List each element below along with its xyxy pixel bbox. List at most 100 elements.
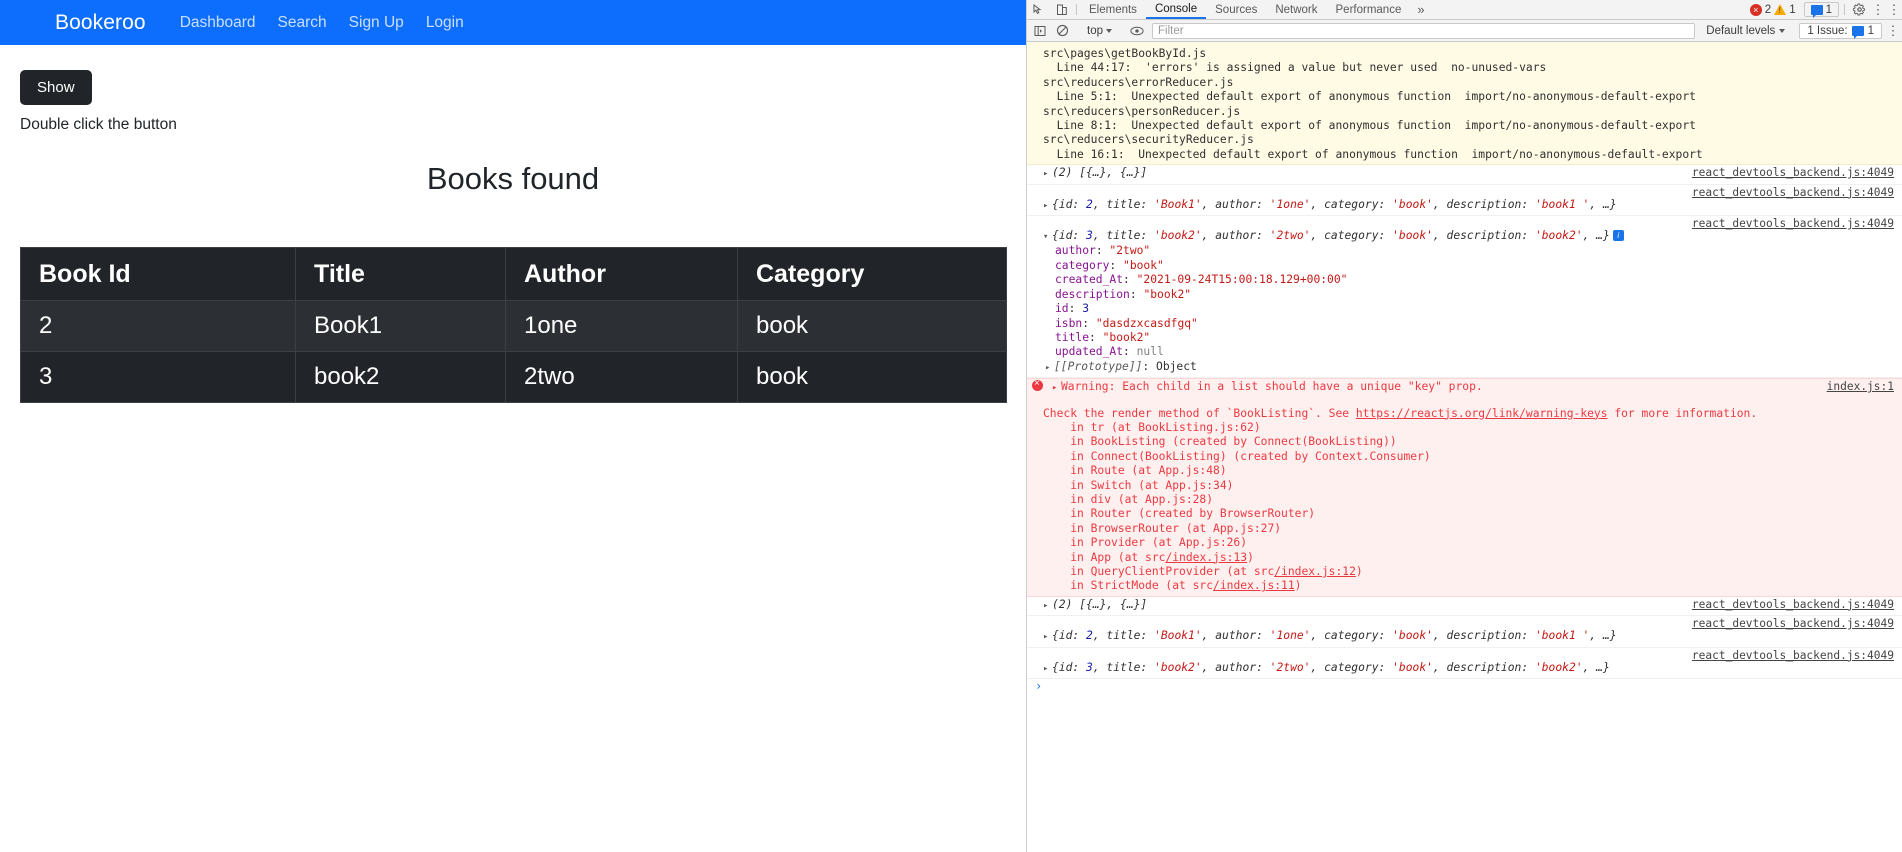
console-sidebar-icon[interactable] bbox=[1028, 25, 1051, 37]
live-expression-icon[interactable] bbox=[1125, 25, 1148, 37]
source-link[interactable]: react_devtools_backend.js:4049 bbox=[1692, 166, 1894, 180]
expand-arrow-icon[interactable]: ▸ bbox=[1052, 381, 1061, 395]
obj1r-id: 2 bbox=[1086, 629, 1093, 643]
error-detail-pre: Check the render method of `BookListing`… bbox=[1043, 406, 1356, 420]
obj2c-category: 'book' bbox=[1392, 660, 1433, 674]
source-link[interactable]: react_devtools_backend.js:4049 bbox=[1692, 217, 1894, 231]
expand-arrow-icon[interactable]: ▸ bbox=[1043, 199, 1052, 213]
chevron-down-icon-levels bbox=[1779, 28, 1786, 33]
source-file-link[interactable]: /index.js:12 bbox=[1274, 565, 1356, 578]
source-file-link[interactable]: /index.js:13 bbox=[1165, 551, 1247, 564]
lint-line-10: src\reducers\securityReducer.js bbox=[1043, 133, 1254, 147]
source-link[interactable]: react_devtools_backend.js:4049 bbox=[1692, 649, 1894, 663]
expand-arrow-icon[interactable]: ▸ bbox=[1043, 599, 1052, 613]
obj1r-mid1: , title: bbox=[1092, 629, 1155, 643]
console-lint-warning-block[interactable]: src\pages\getBookById.js Line 44:17: 'er… bbox=[1027, 42, 1902, 166]
more-tabs-icon[interactable]: » bbox=[1410, 0, 1431, 19]
obj2c-post: , …} bbox=[1582, 660, 1610, 674]
books-table: Book Id Title Author Category 2 Book1 1o… bbox=[20, 247, 1007, 403]
property-row-category: category: "book" bbox=[1055, 258, 1164, 272]
obj2c-mid3: , category: bbox=[1310, 660, 1393, 674]
lint-line-11: Line 16:1: Unexpected default export of … bbox=[1043, 147, 1703, 161]
message-count-button[interactable]: 1 bbox=[1803, 2, 1839, 18]
collapse-arrow-icon[interactable]: ▾ bbox=[1043, 230, 1052, 244]
property-row-isbn: isbn: "dasdzxcasdfgq" bbox=[1055, 316, 1198, 330]
obj2c-description: 'book2' bbox=[1534, 660, 1583, 674]
message-icon bbox=[1810, 4, 1823, 18]
nav-link-search[interactable]: Search bbox=[278, 14, 327, 32]
obj1r-mid4: , description: bbox=[1432, 629, 1535, 643]
expand-arrow-icon[interactable]: ▸ bbox=[1043, 167, 1052, 181]
prototype-label: [[Prototype]] bbox=[1054, 359, 1143, 373]
react-docs-link[interactable]: https://reactjs.org/link/warning-keys bbox=[1356, 407, 1608, 420]
console-array-row-1[interactable]: ▸ (2) [{…}, {…}] react_devtools_backend.j… bbox=[1027, 165, 1902, 185]
close-devtools-icon[interactable]: ⋮ bbox=[1886, 0, 1902, 19]
property-row-prototype[interactable]: ▸ [[Prototype]]: Object bbox=[1045, 360, 1902, 375]
obj2c-id: 3 bbox=[1086, 660, 1093, 674]
tab-network[interactable]: Network bbox=[1266, 0, 1326, 19]
nav-link-signup[interactable]: Sign Up bbox=[349, 14, 404, 32]
source-link[interactable]: react_devtools_backend.js:4049 bbox=[1692, 186, 1894, 200]
expand-arrow-icon[interactable]: ▸ bbox=[1045, 361, 1054, 375]
books-table-body: 2 Book1 1one book 3 book2 2two book bbox=[20, 300, 1007, 403]
console-prompt[interactable]: › bbox=[1027, 679, 1902, 696]
chevron-down-icon bbox=[1106, 28, 1112, 33]
tab-elements[interactable]: Elements bbox=[1080, 0, 1146, 19]
clear-console-icon[interactable] bbox=[1051, 24, 1074, 37]
tab-performance[interactable]: Performance bbox=[1327, 0, 1411, 19]
issues-button[interactable]: 1 Issue: 1 bbox=[1799, 22, 1882, 39]
tab-console[interactable]: Console bbox=[1145, 0, 1207, 19]
obj1r-mid2: , author: bbox=[1201, 629, 1270, 643]
console-object-row-book1-repeat[interactable]: react_devtools_backend.js:4049 ▸ {id: 2, … bbox=[1027, 616, 1902, 648]
device-toolbar-icon[interactable] bbox=[1050, 0, 1073, 19]
console-object-row-book2[interactable]: react_devtools_backend.js:4049 ▾ {id: 3, … bbox=[1027, 216, 1902, 379]
inspect-element-icon[interactable] bbox=[1027, 0, 1050, 19]
lint-line-7: src\reducers\personReducer.js bbox=[1043, 104, 1241, 118]
brand-logo[interactable]: Bookeroo bbox=[55, 11, 146, 35]
column-header-category: Category bbox=[737, 247, 1007, 301]
execution-context-selector[interactable]: top bbox=[1081, 25, 1118, 37]
obj1-mid4: , description: bbox=[1432, 197, 1535, 211]
expand-arrow-icon[interactable]: ▸ bbox=[1043, 662, 1052, 676]
property-key: id bbox=[1055, 302, 1069, 316]
console-settings-icon[interactable]: ⋮ bbox=[1885, 23, 1901, 39]
stack-line-4: in Route (at App.js:48) bbox=[1043, 464, 1227, 478]
books-table-head: Book Id Title Author Category bbox=[20, 247, 1007, 301]
console-output[interactable]: src\pages\getBookById.js Line 44:17: 'er… bbox=[1027, 42, 1902, 852]
error-source-link[interactable]: index.js:1 bbox=[1827, 380, 1894, 394]
source-link[interactable]: react_devtools_backend.js:4049 bbox=[1692, 617, 1894, 631]
column-header-author: Author bbox=[505, 247, 738, 301]
nav-link-login[interactable]: Login bbox=[426, 14, 464, 32]
console-array-row-2[interactable]: ▸ (2) [{…}, {…}] react_devtools_backend.j… bbox=[1027, 597, 1902, 617]
property-row-created-at: created_At: "2021-09-24T15:00:18.129+00:… bbox=[1055, 273, 1348, 287]
obj1r-title: 'Book1' bbox=[1154, 629, 1202, 643]
console-object-row-book2-collapsed[interactable]: react_devtools_backend.js:4049 ▸ {id: 3, … bbox=[1027, 648, 1902, 680]
table-row[interactable]: 2 Book1 1one book bbox=[20, 300, 1007, 352]
stack-pre: in QueryClientProvider (at src bbox=[1043, 565, 1275, 578]
gear-icon[interactable] bbox=[1848, 0, 1870, 19]
log-levels-selector[interactable]: Default levels bbox=[1699, 25, 1792, 37]
source-file-link[interactable]: /index.js:11 bbox=[1213, 579, 1295, 592]
issue-counts[interactable]: × 2 1 bbox=[1744, 0, 1802, 19]
stack-line-5: in Switch (at App.js:34) bbox=[1043, 478, 1234, 492]
console-object-row-book1[interactable]: react_devtools_backend.js:4049 ▸ {id: 2, … bbox=[1027, 185, 1902, 217]
lint-line-8: Line 8:1: Unexpected default export of a… bbox=[1043, 119, 1696, 133]
source-link[interactable]: react_devtools_backend.js:4049 bbox=[1692, 598, 1894, 612]
table-row[interactable]: 3 book2 2two book bbox=[20, 351, 1007, 403]
nav-link-dashboard[interactable]: Dashboard bbox=[180, 14, 256, 32]
lint-line-4: src\reducers\errorReducer.js bbox=[1043, 75, 1234, 89]
devtools-panel: Elements Console Sources Network Perform… bbox=[1026, 0, 1902, 852]
stack-pre: in StrictMode (at src bbox=[1043, 579, 1214, 593]
cell-author: 2two bbox=[505, 351, 738, 403]
info-badge-icon[interactable]: i bbox=[1612, 230, 1624, 242]
obj1-pre: {id: bbox=[1052, 197, 1087, 211]
property-value: 3 bbox=[1082, 302, 1090, 316]
console-filter-input[interactable] bbox=[1152, 22, 1696, 39]
expand-arrow-icon[interactable]: ▸ bbox=[1043, 630, 1052, 644]
console-error-block[interactable]: index.js:1 ▸Warning: Each child in a lis… bbox=[1027, 378, 1902, 597]
cell-book-id: 3 bbox=[20, 351, 296, 403]
tab-sources[interactable]: Sources bbox=[1206, 0, 1266, 19]
show-button[interactable]: Show bbox=[20, 70, 92, 105]
more-options-icon[interactable]: ⋮ bbox=[1870, 0, 1886, 19]
column-header-book-id: Book Id bbox=[20, 247, 296, 301]
